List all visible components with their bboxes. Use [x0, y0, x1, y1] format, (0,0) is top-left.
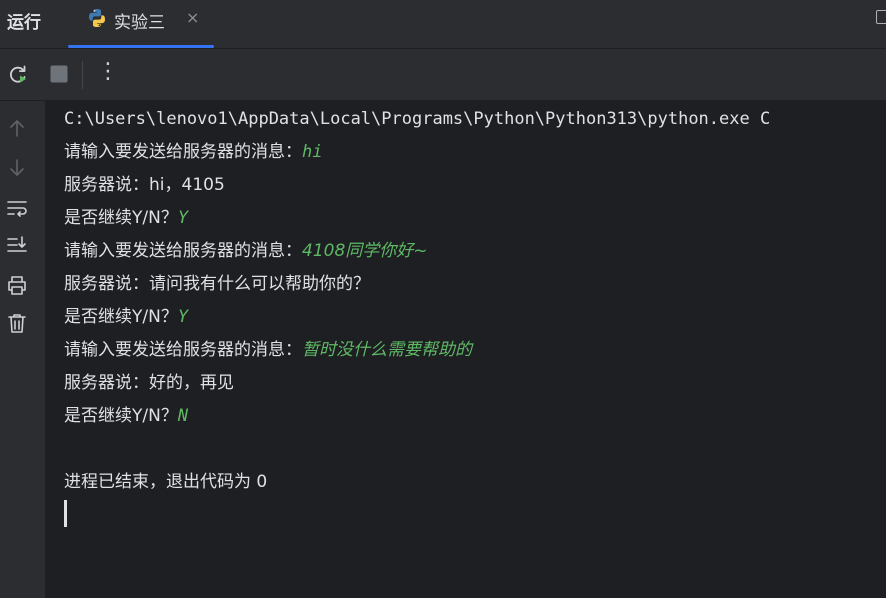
- prompt-text: 是否继续Y/N？: [64, 406, 178, 426]
- text-cursor: [64, 500, 67, 527]
- console-line: 服务器说：请问我有什么可以帮助你的？: [64, 274, 370, 294]
- console-line: 请输入要发送给服务器的消息：暂时没什么需要帮助的: [64, 338, 472, 362]
- console-line: 服务器说：好的，再见: [64, 373, 234, 393]
- console-line: 服务器说：hi，4105: [64, 175, 225, 195]
- soft-wrap-icon[interactable]: [6, 197, 28, 219]
- console-line: 请输入要发送给服务器的消息：hi: [64, 140, 322, 164]
- trash-icon[interactable]: [6, 312, 28, 334]
- console-line: 是否继续Y/N？N: [64, 404, 188, 428]
- tab-label: 实验三: [114, 13, 165, 33]
- user-input-text: Y: [177, 208, 189, 228]
- run-tool-window-title: 运行: [7, 13, 41, 33]
- prompt-text: 是否继续Y/N？: [64, 307, 178, 327]
- prompt-text: 请输入要发送给服务器的消息：: [64, 340, 302, 360]
- user-input-text: Y: [177, 307, 189, 327]
- console-line: 是否继续Y/N？Y: [64, 305, 188, 329]
- print-icon[interactable]: [6, 274, 28, 296]
- console-output[interactable]: C:\Users\lenovo1\AppData\Local\Programs\…: [46, 101, 886, 598]
- toolbar-separator: [82, 61, 83, 89]
- tab-experiment-3[interactable]: 实验三 ×: [68, 0, 214, 48]
- user-input-text: N: [177, 406, 189, 426]
- console-line: 是否继续Y/N？Y: [64, 206, 188, 230]
- arrow-down-icon[interactable]: [6, 157, 28, 179]
- close-tab-icon[interactable]: ×: [186, 8, 199, 27]
- more-vertical-icon[interactable]: ⋮: [96, 60, 120, 84]
- window-layout-icon[interactable]: [876, 10, 886, 24]
- run-toolbar: ⋮: [0, 49, 886, 101]
- stop-icon[interactable]: [47, 62, 71, 86]
- python-icon: [89, 9, 105, 27]
- prompt-text: 请输入要发送给服务器的消息：: [64, 241, 302, 261]
- console-sidebar: [0, 101, 46, 598]
- scroll-to-end-icon[interactable]: [6, 234, 28, 256]
- prompt-text: 请输入要发送给服务器的消息：: [64, 142, 302, 162]
- active-tab-indicator: [68, 45, 214, 48]
- console-line: 请输入要发送给服务器的消息：4108同学你好~: [64, 239, 428, 263]
- user-input-text: 暂时没什么需要帮助的: [302, 340, 472, 360]
- prompt-text: 是否继续Y/N？: [64, 208, 178, 228]
- rerun-icon[interactable]: [6, 62, 30, 86]
- user-input-text: 4108同学你好~: [302, 241, 428, 261]
- arrow-up-icon[interactable]: [6, 117, 28, 139]
- user-input-text: hi: [302, 142, 323, 162]
- process-exit-message: 进程已结束，退出代码为 0: [64, 472, 268, 492]
- run-tool-window-header: 运行 实验三 ×: [0, 0, 886, 49]
- console-line-command: C:\Users\lenovo1\AppData\Local\Programs\…: [64, 109, 771, 129]
